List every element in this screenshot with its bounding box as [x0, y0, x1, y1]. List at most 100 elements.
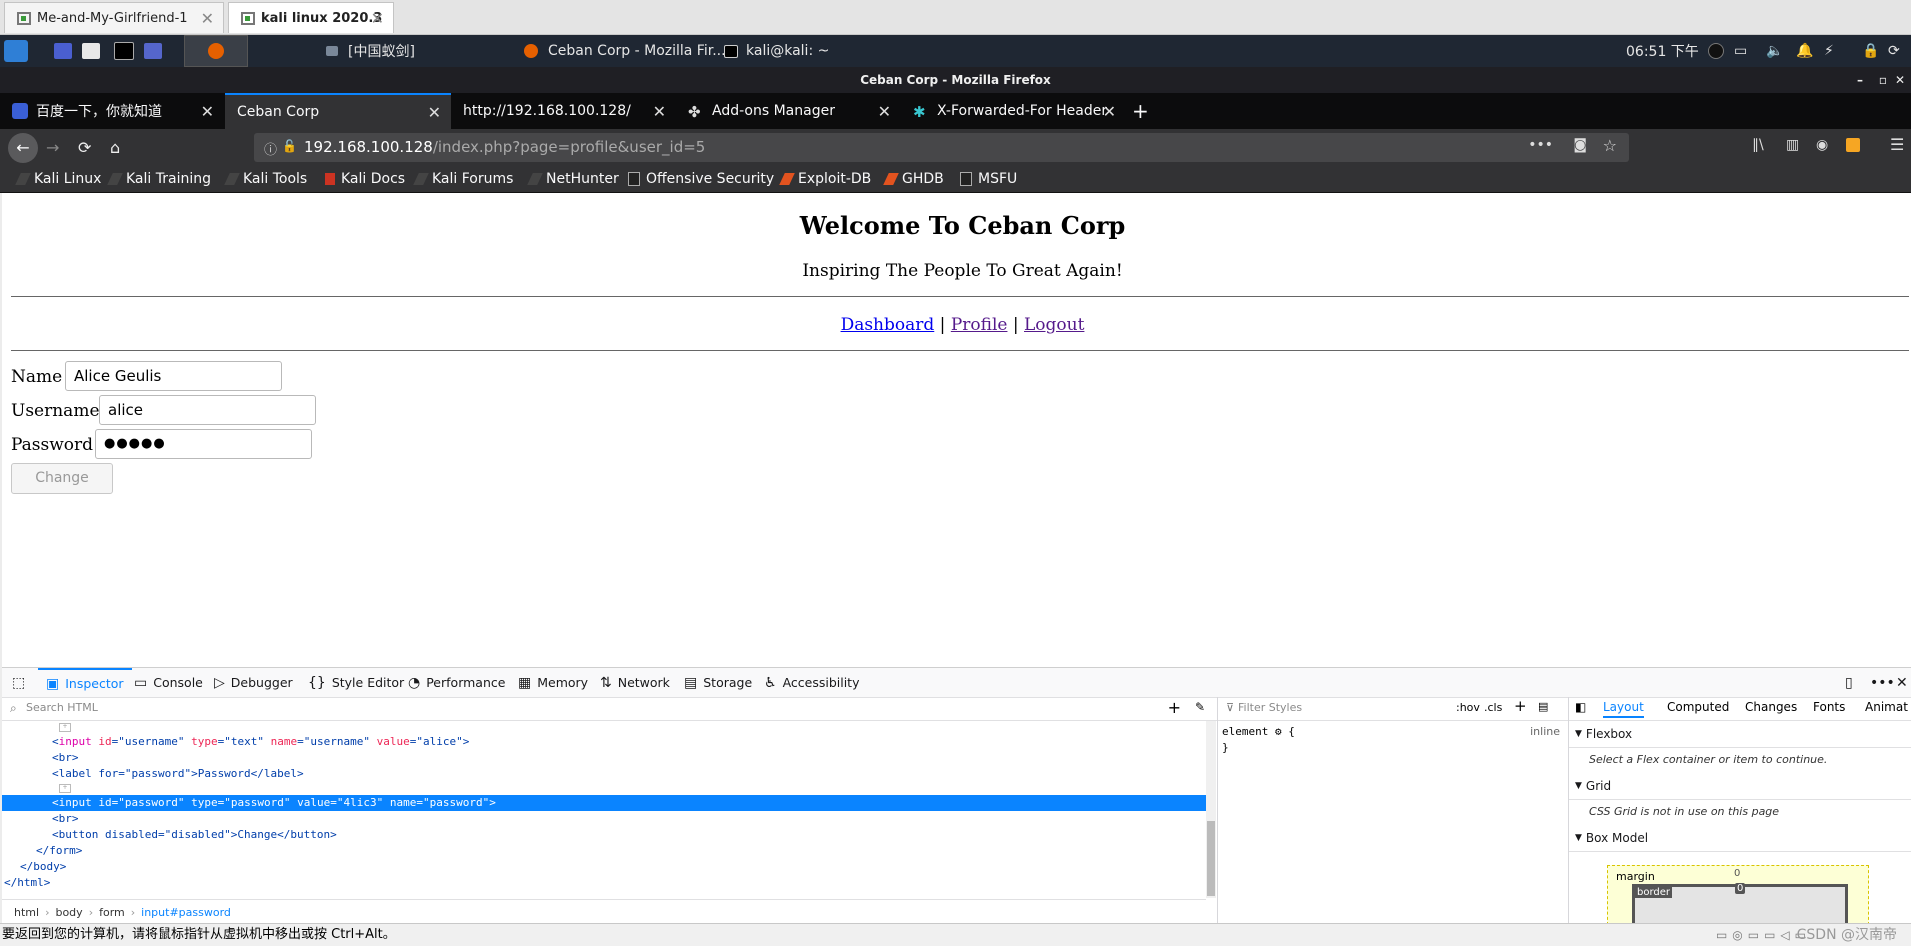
- toggle-pane-icon[interactable]: ◧: [1575, 700, 1586, 714]
- hov-toggle[interactable]: :hov: [1456, 701, 1480, 714]
- html-tree-line[interactable]: <br>: [2, 811, 1206, 827]
- tab-debugger[interactable]: ▷ Debugger: [214, 668, 293, 697]
- bookmark-kali-tools[interactable]: Kali Tools: [224, 166, 307, 192]
- bookmark-nethunter[interactable]: NetHunter: [527, 166, 619, 192]
- profile-link[interactable]: Profile: [951, 315, 1008, 335]
- close-tab-icon[interactable]: ✕: [653, 102, 666, 121]
- tab-console[interactable]: ▭ Console: [134, 668, 203, 697]
- home-icon[interactable]: ⌂: [110, 133, 120, 163]
- kali-menu-icon[interactable]: [4, 35, 28, 67]
- hamburger-menu-icon[interactable]: ☰: [1890, 135, 1904, 154]
- close-tab-icon[interactable]: ✕: [878, 102, 891, 121]
- name-field[interactable]: Alice Geulis: [65, 361, 282, 391]
- tab-x-forwarded-for[interactable]: ✱ X-Forwarded-For Header ✕: [901, 93, 1126, 129]
- lock-icon[interactable]: 🔒: [1862, 35, 1879, 67]
- tab-ceban-corp[interactable]: Ceban Corp ✕: [225, 93, 451, 129]
- html-tree-line[interactable]: <input id="password" type="password" val…: [2, 795, 1206, 811]
- clock[interactable]: 06:51 下午: [1626, 35, 1699, 67]
- breadcrumb-item[interactable]: form: [99, 906, 125, 919]
- box-model-section[interactable]: ▼ Box Model: [1569, 825, 1911, 852]
- desktop-icon[interactable]: [54, 35, 72, 67]
- bookmark-star-icon[interactable]: ☆: [1603, 136, 1617, 155]
- info-icon[interactable]: ⓘ: [264, 139, 277, 158]
- flexbox-section[interactable]: ▼ Flexbox: [1569, 721, 1911, 748]
- page-actions-icon[interactable]: •••: [1528, 137, 1553, 153]
- taskbar-firefox[interactable]: Ceban Corp - Mozilla Fir...: [524, 35, 726, 67]
- terminal-icon[interactable]: [114, 35, 134, 67]
- tab-layout[interactable]: Layout: [1603, 700, 1644, 718]
- html-tree-line[interactable]: <br>: [2, 750, 1206, 766]
- search-html-input[interactable]: Search HTML: [26, 701, 98, 714]
- dashboard-link[interactable]: Dashboard: [841, 315, 935, 335]
- change-button[interactable]: Change: [11, 463, 113, 494]
- insecure-lock-icon[interactable]: 🔓: [282, 139, 297, 153]
- bookmark-kali-forums[interactable]: Kali Forums: [413, 166, 513, 192]
- tab-computed[interactable]: Computed: [1667, 700, 1729, 714]
- bookmark-ghdb[interactable]: GHDB: [883, 166, 944, 192]
- close-window-icon[interactable]: ✕: [1895, 67, 1905, 93]
- grid-section[interactable]: ▼ Grid: [1569, 773, 1911, 800]
- maximize-icon[interactable]: ▫: [1879, 67, 1887, 93]
- bookmark-msfu[interactable]: MSFU: [960, 166, 1017, 192]
- url-bar[interactable]: ⓘ 🔓 192.168.100.128/index.php?page=profi…: [254, 133, 1629, 162]
- html-tree-line[interactable]: <input id="username" type="text" name="u…: [2, 734, 1206, 750]
- bell-icon[interactable]: 🔔: [1796, 35, 1813, 67]
- html-tree-line[interactable]: <label for="password">Password</label>: [2, 766, 1206, 782]
- filter-styles-input[interactable]: Filter Styles: [1238, 701, 1302, 714]
- sidebar-icon[interactable]: ▥: [1786, 137, 1799, 153]
- close-icon[interactable]: ✕: [371, 9, 384, 28]
- add-rule-icon[interactable]: +: [1514, 697, 1527, 715]
- pocket-icon[interactable]: ◙: [1573, 137, 1587, 153]
- add-node-icon[interactable]: +: [1168, 698, 1181, 717]
- forward-icon[interactable]: →: [46, 133, 59, 163]
- files-icon[interactable]: [82, 35, 100, 67]
- display-icon[interactable]: ▭: [1734, 35, 1747, 67]
- taskbar-antsword[interactable]: [中国蚁剑]: [326, 35, 415, 67]
- tab-baidu[interactable]: 百度一下，你就知道 ✕: [0, 93, 224, 129]
- tab-animations[interactable]: Animat: [1865, 700, 1908, 714]
- close-tab-icon[interactable]: ✕: [1103, 102, 1116, 121]
- scrollbar[interactable]: [1206, 721, 1216, 898]
- bookmark-exploit-db[interactable]: Exploit-DB: [779, 166, 871, 192]
- cls-toggle[interactable]: .cls: [1484, 701, 1502, 714]
- tab-fonts[interactable]: Fonts: [1813, 700, 1845, 714]
- reload-icon[interactable]: ⟳: [78, 133, 91, 163]
- library-icon[interactable]: ∥\: [1752, 137, 1764, 153]
- tab-accessibility[interactable]: ♿ Accessibility: [764, 668, 859, 697]
- html-tree-line[interactable]: </form>: [2, 843, 1206, 859]
- close-tab-icon[interactable]: ✕: [201, 102, 214, 121]
- print-simulation-icon[interactable]: ▤: [1538, 700, 1548, 713]
- dock-icon[interactable]: ▯: [1845, 668, 1859, 697]
- html-tree-line[interactable]: </body>: [2, 859, 1206, 875]
- eyedropper-icon[interactable]: ✎: [1195, 700, 1205, 714]
- tab-performance[interactable]: ◔ Performance: [408, 668, 505, 697]
- logout-link[interactable]: Logout: [1024, 315, 1084, 335]
- volume-icon[interactable]: 🔈: [1766, 35, 1783, 67]
- tab-style-editor[interactable]: {} Style Editor: [308, 668, 404, 697]
- account-icon[interactable]: ◉: [1816, 137, 1828, 153]
- html-tree-line[interactable]: <button disabled="disabled">Change</butt…: [2, 827, 1206, 843]
- power-manager-icon[interactable]: ⚡: [1824, 35, 1834, 67]
- logout-icon[interactable]: ⟳: [1888, 35, 1900, 67]
- html-tree-line[interactable]: </html>: [2, 875, 1206, 891]
- vm-tab-kali[interactable]: kali linux 2020.3 ✕: [228, 2, 394, 33]
- tab-memory[interactable]: ▦ Memory: [518, 668, 588, 697]
- bookmark-kali-docs[interactable]: Kali Docs: [325, 166, 405, 192]
- tab-network[interactable]: ⇅ Network: [600, 668, 670, 697]
- close-icon[interactable]: ✕: [201, 9, 214, 28]
- tab-storage[interactable]: ▤ Storage: [684, 668, 752, 697]
- breadcrumb-item[interactable]: body: [55, 906, 82, 919]
- vm-tab-girlfriend[interactable]: Me-and-My-Girlfriend-1 ✕: [4, 2, 224, 33]
- breadcrumb-item[interactable]: input#password: [141, 906, 231, 919]
- tab-ip-address[interactable]: http://192.168.100.128/ ✕: [451, 93, 676, 129]
- burp-extension-icon[interactable]: [1846, 138, 1860, 152]
- firefox-launcher-icon[interactable]: [184, 35, 248, 67]
- tab-inspector[interactable]: ▣ Inspector: [38, 668, 132, 697]
- tab-addons-manager[interactable]: ✤ Add-ons Manager ✕: [676, 93, 901, 129]
- back-icon[interactable]: ←: [8, 133, 38, 163]
- element-picker-icon[interactable]: ⬚: [12, 668, 31, 697]
- close-tab-icon[interactable]: ✕: [428, 103, 441, 122]
- breadcrumb-item[interactable]: html: [14, 906, 39, 919]
- bookmark-kali-linux[interactable]: Kali Linux: [15, 166, 101, 192]
- new-tab-icon[interactable]: +: [1132, 93, 1156, 129]
